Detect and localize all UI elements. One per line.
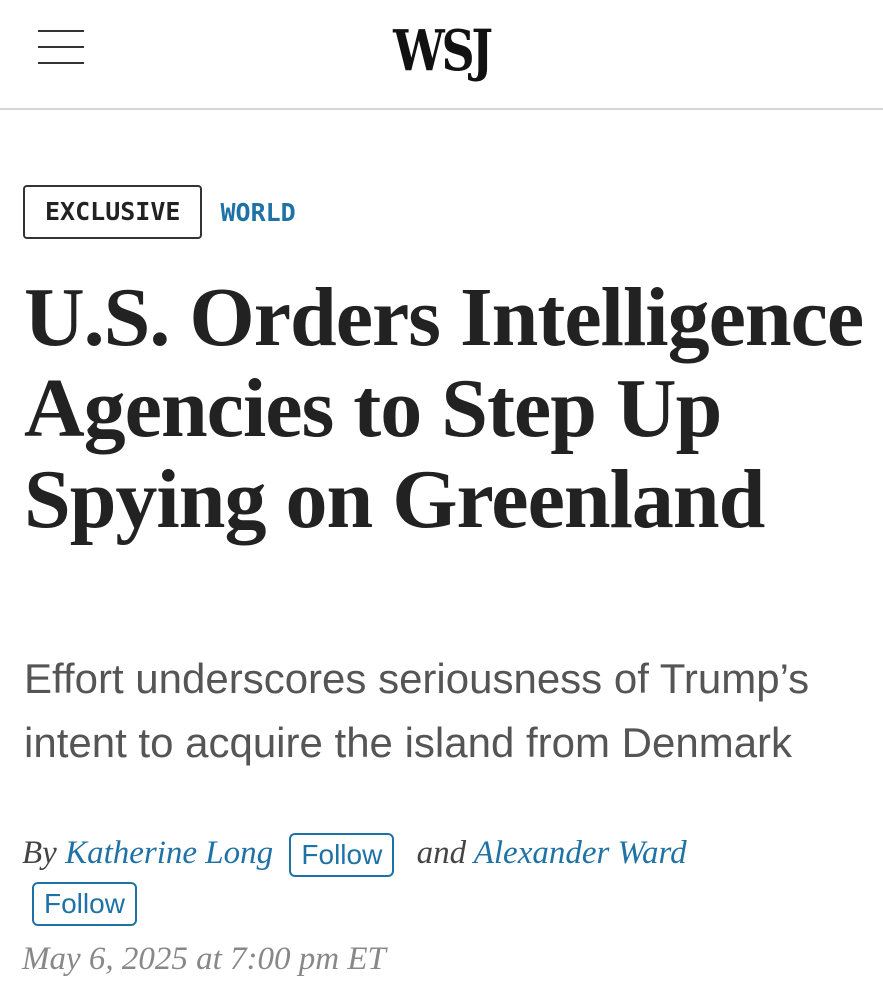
author-link-alexander-ward[interactable]: Alexander Ward: [474, 835, 687, 871]
byline-conjunction: and: [416, 835, 467, 871]
hamburger-menu-icon[interactable]: [38, 28, 84, 66]
byline-prefix: By: [22, 835, 57, 871]
article-dek: Effort underscores seriousness of Trump’…: [24, 655, 810, 766]
exclusive-badge: EXCLUSIVE: [23, 185, 203, 239]
author-link-katherine-long[interactable]: Katherine Long: [65, 835, 273, 871]
site-header: WSJ: [0, 0, 883, 110]
article-headline: U.S. Orders Intelligence Agencies to Ste…: [24, 271, 864, 546]
section-link-world[interactable]: WORLD: [220, 198, 295, 227]
follow-button-alexander-ward[interactable]: Follow: [32, 882, 137, 926]
publish-date: May 6, 2025 at 7:00 pm ET: [22, 941, 386, 977]
article-tags: EXCLUSIVE WORLD: [23, 185, 296, 239]
byline: By Katherine Long Follow and Alexander W…: [22, 828, 687, 878]
follow-button-katherine-long[interactable]: Follow: [289, 833, 395, 878]
wsj-logo[interactable]: WSJ: [79, 16, 803, 86]
